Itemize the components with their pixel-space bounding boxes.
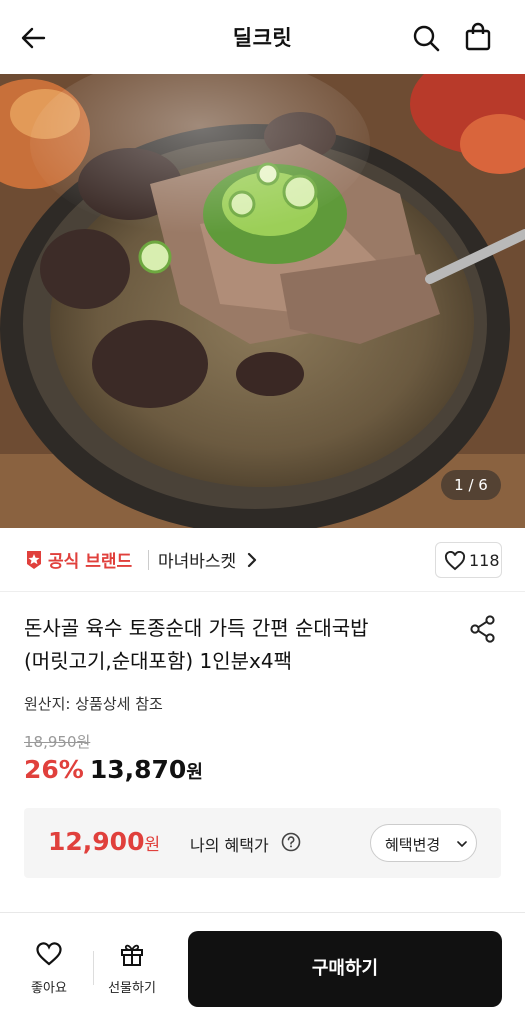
soup-photo (0, 74, 525, 528)
question-circle-icon[interactable] (281, 832, 301, 852)
official-brand-label: 공식 브랜드 (48, 552, 133, 572)
page-title: 딜크릿 (232, 26, 293, 50)
bottom-action-bar: 좋아요 선물하기 구매하기 (0, 913, 525, 1024)
sale-price: 13,870 (89, 755, 187, 784)
origin-info: 원산지: 상품상세 참조 (24, 695, 163, 713)
share-icon[interactable] (468, 614, 498, 644)
wish-button[interactable]: 좋아요 (24, 941, 74, 1001)
like-count: 118 (469, 551, 500, 570)
gift-icon (121, 944, 143, 966)
chevron-down-icon (457, 841, 467, 847)
shopping-bag-icon[interactable] (462, 21, 494, 53)
buy-button[interactable]: 구매하기 (188, 931, 502, 1007)
official-star-icon (27, 551, 41, 569)
product-image[interactable]: 1 / 6 (0, 74, 525, 528)
gift-button[interactable]: 선물하기 (102, 941, 162, 1001)
chevron-right-icon[interactable] (246, 551, 258, 569)
benefit-price: 12,900원 (48, 827, 160, 856)
search-icon[interactable] (410, 22, 442, 54)
like-button[interactable]: 118 (435, 542, 502, 578)
gift-label: 선물하기 (108, 981, 156, 996)
benefit-label: 나의 혜택가 (190, 836, 269, 855)
gallery-page-indicator: 1 / 6 (441, 470, 501, 500)
benefit-box: 12,900원 나의 혜택가 혜택변경 (24, 808, 501, 878)
benefit-currency: 원 (144, 835, 161, 855)
product-title: 돈사골 육수 토종순대 가득 간편 순대국밥 (머릿고기,순대포함) 1인분x4… (24, 612, 444, 678)
top-bar: 딜크릿 (0, 0, 525, 74)
product-title-line-2: (머릿고기,순대포함) 1인분x4팩 (24, 649, 293, 673)
store-name-link[interactable]: 마녀바스켓 (158, 547, 236, 572)
currency-label: 원 (186, 762, 203, 783)
change-benefit-label: 혜택변경 (385, 836, 441, 854)
divider (148, 550, 149, 570)
benefit-price-value: 12,900 (48, 827, 145, 856)
heart-icon (444, 551, 466, 571)
brand-row: 공식 브랜드 마녀바스켓 118 (0, 530, 525, 592)
divider (93, 951, 94, 985)
original-price: 18,950원 (24, 733, 91, 751)
discount-rate: 26% (24, 755, 84, 784)
change-benefit-button[interactable]: 혜택변경 (370, 824, 477, 862)
product-title-line-1: 돈사골 육수 토종순대 가득 간편 순대국밥 (24, 616, 369, 640)
heart-icon (36, 942, 62, 966)
price-row: 26% 13,870원 (24, 755, 203, 791)
wish-label: 좋아요 (31, 981, 67, 996)
